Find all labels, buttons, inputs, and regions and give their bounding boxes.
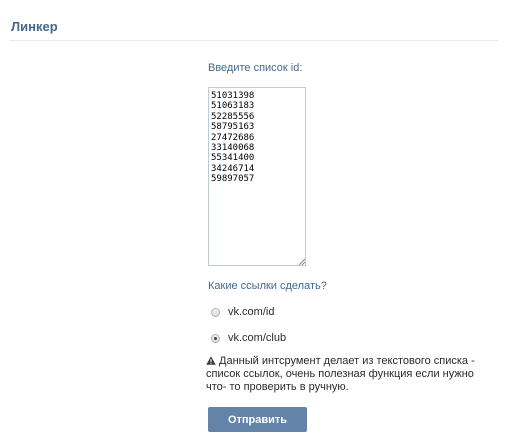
ids-textarea[interactable]: 51031398 51063183 52285556 58795163 2747…	[208, 87, 306, 266]
page-header: Линкер	[0, 0, 520, 41]
ids-label: Введите список id:	[208, 62, 303, 74]
radio-label-id[interactable]: vk.com/id	[228, 306, 274, 319]
warning-icon	[206, 356, 216, 365]
resize-grip-icon[interactable]	[298, 258, 305, 265]
info-note: Данный интсрумент делает из текстового с…	[206, 355, 496, 394]
radio-option-id[interactable]: vk.com/id	[211, 306, 274, 319]
radio-button-id[interactable]	[211, 308, 220, 317]
link-type-label: Какие ссылки сделать?	[208, 280, 327, 292]
radio-label-club[interactable]: vk.com/club	[228, 332, 286, 345]
page-title: Линкер	[11, 19, 58, 34]
linker-page: Линкер Введите список id: 51031398 51063…	[0, 0, 520, 448]
header-divider	[9, 40, 498, 41]
info-text: Данный интсрумент делает из текстового с…	[206, 355, 475, 393]
radio-option-club[interactable]: vk.com/club	[211, 332, 286, 345]
radio-button-club[interactable]	[211, 334, 220, 343]
submit-button[interactable]: Отправить	[208, 407, 307, 432]
